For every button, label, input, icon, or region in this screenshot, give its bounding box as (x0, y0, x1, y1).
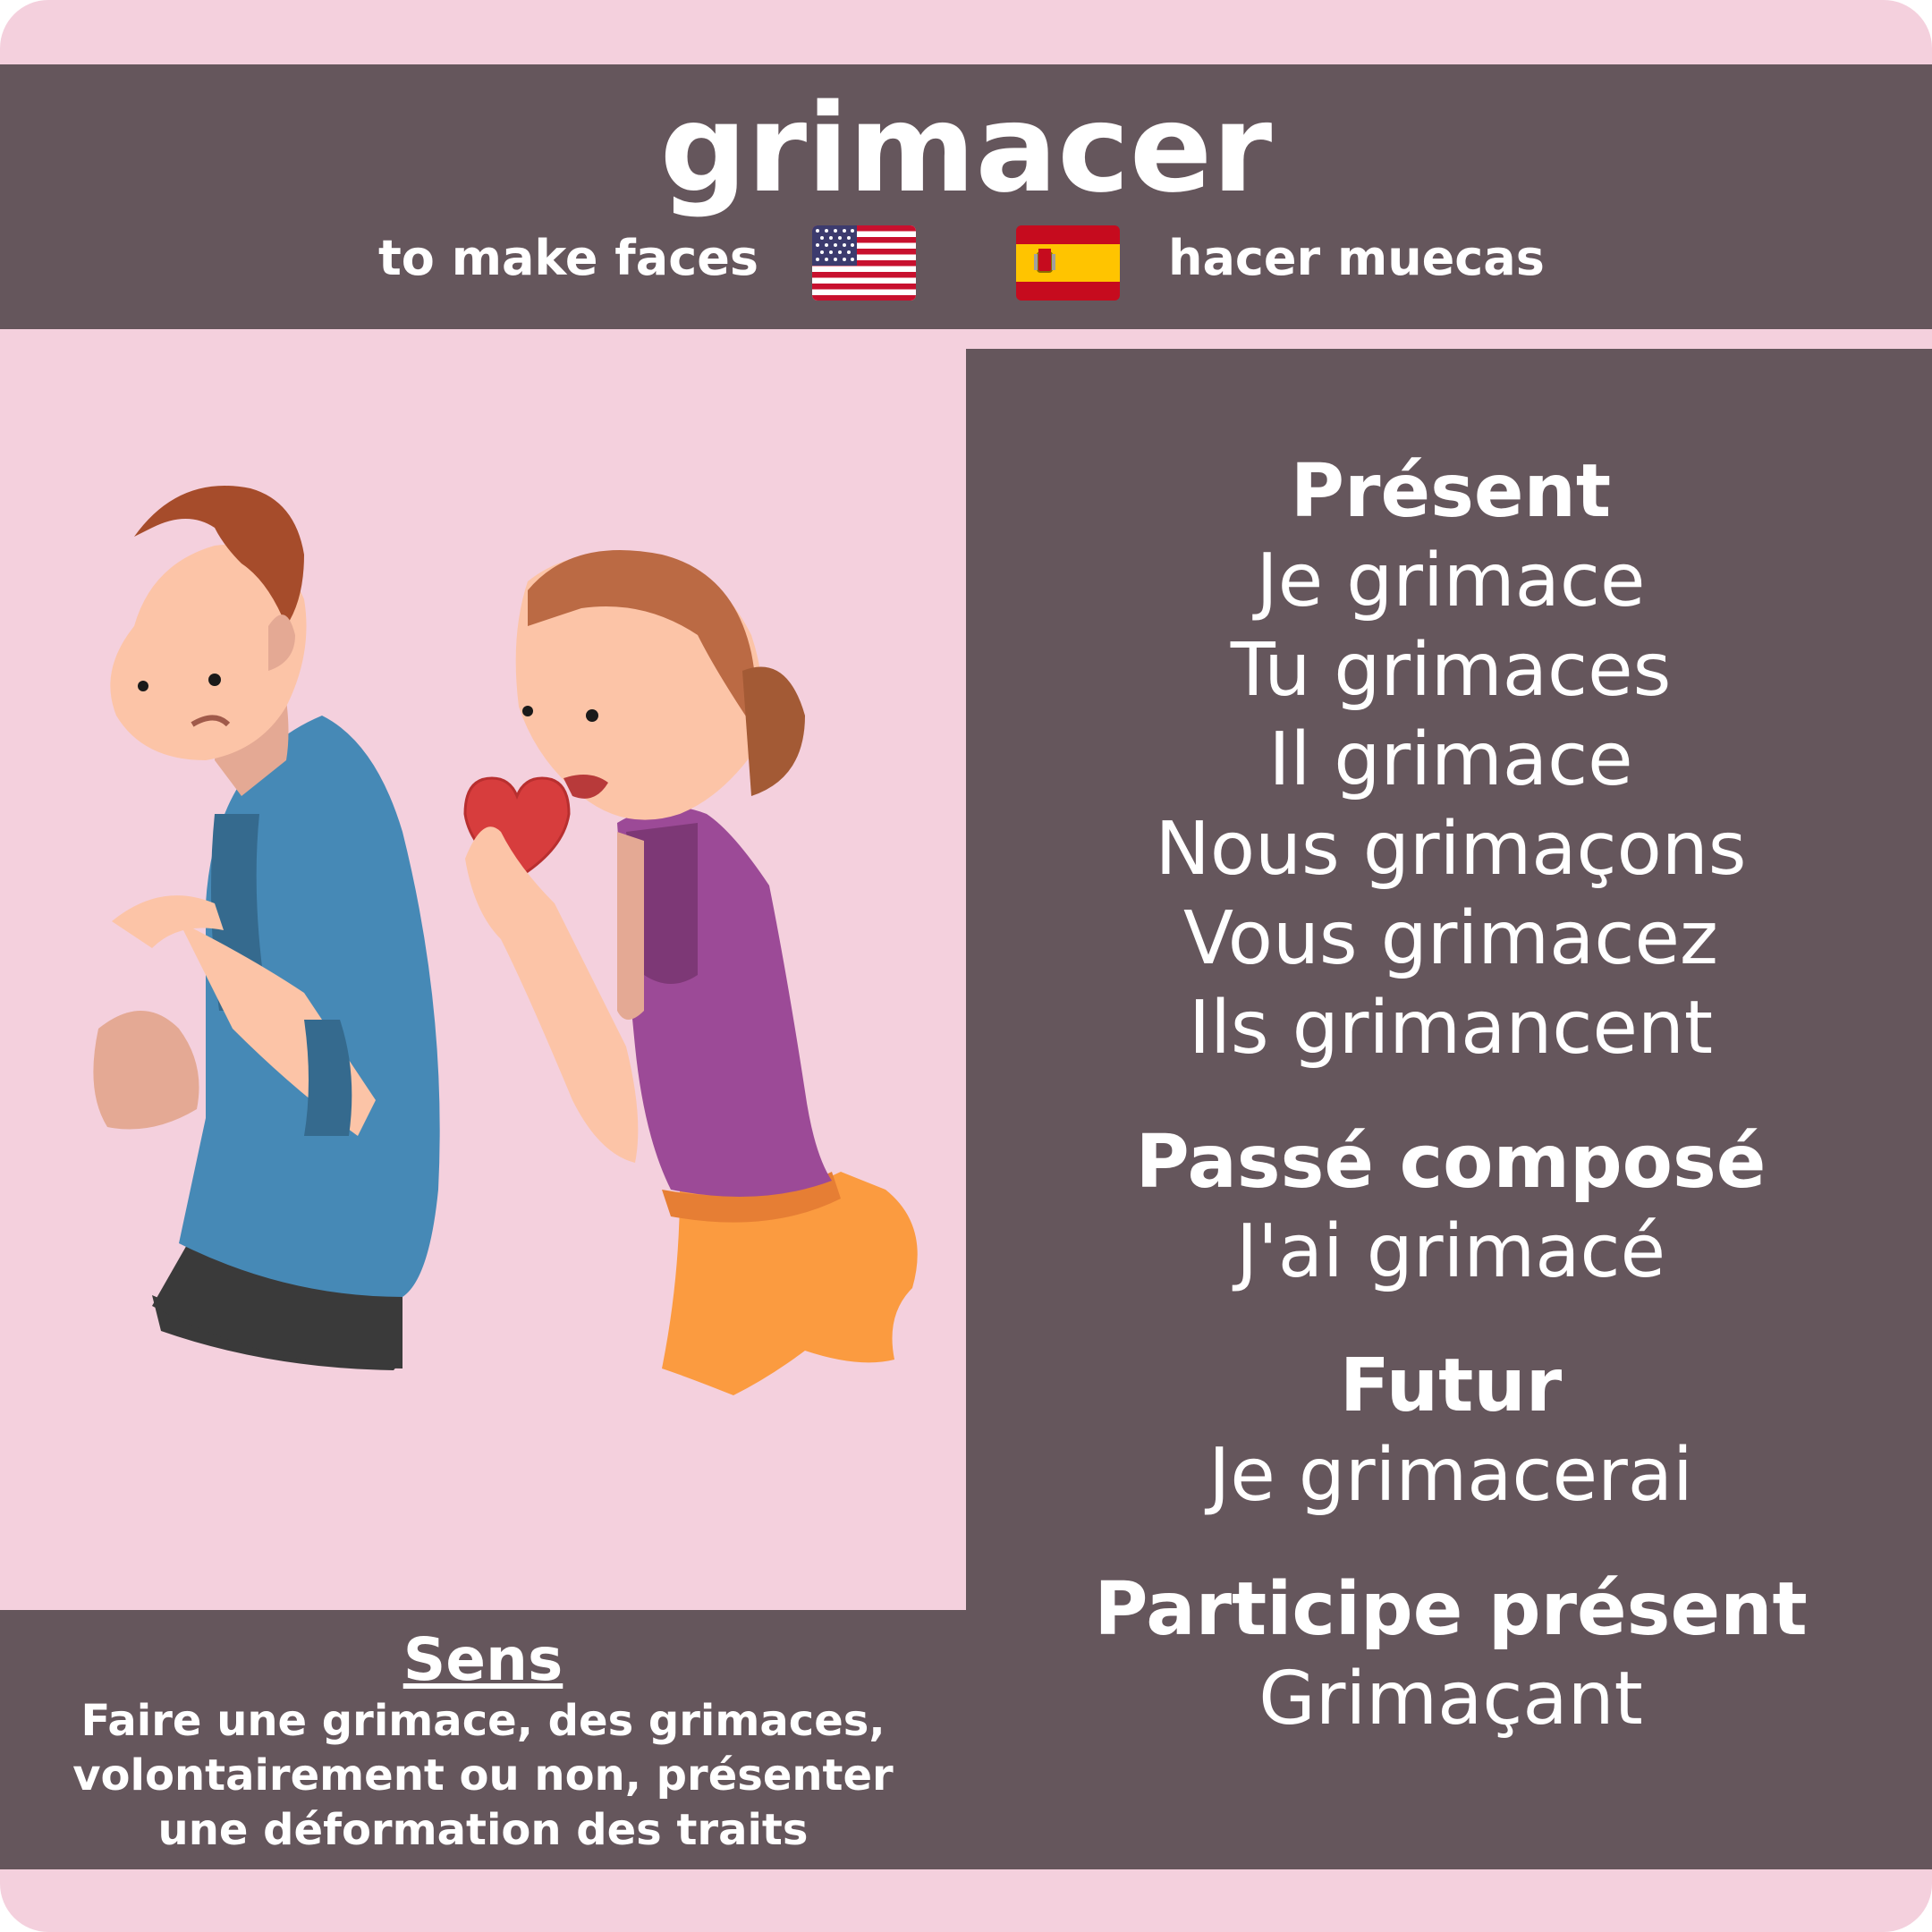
participe-present-heading: Participe présent (1094, 1567, 1808, 1652)
translation-english: to make faces (377, 230, 758, 286)
passe-compose-form: J'ai grimacé (1235, 1209, 1666, 1294)
card: grimacer to make faces hacer muecas Prés… (0, 0, 1932, 1932)
couple-illustration (0, 331, 966, 1612)
sens-line: Faire une grimace, des grimaces, (80, 1696, 886, 1746)
present-form: Je grimace (1256, 538, 1646, 623)
verb-title: grimacer (659, 79, 1273, 220)
present-form: Vous grimacez (1183, 896, 1718, 981)
present-form: Tu grimaces (1230, 628, 1672, 713)
boy-figure (93, 486, 440, 1370)
sens-section: Sens Faire une grimace, des grimaces, vo… (0, 1626, 966, 1858)
futur-heading: Futur (1339, 1343, 1563, 1428)
sens-line: une déformation des traits (157, 1805, 809, 1855)
present-form: Il grimace (1268, 717, 1633, 802)
futur-form: Je grimacerai (1208, 1433, 1693, 1518)
girl-figure (465, 550, 918, 1395)
present-form: Ils grimancent (1188, 986, 1714, 1071)
sens-line: volontairement ou non, présenter (72, 1750, 894, 1801)
us-flag-icon (812, 225, 916, 301)
spain-flag-icon (1016, 225, 1120, 301)
present-heading: Présent (1290, 449, 1612, 534)
participe-present-form: Grimaçant (1258, 1657, 1643, 1741)
sens-title: Sens (402, 1625, 564, 1694)
present-form: Nous grimaçons (1155, 807, 1747, 892)
translation-spanish: hacer muecas (1168, 230, 1545, 286)
passe-compose-heading: Passé composé (1135, 1120, 1767, 1205)
conjugation-list: Présent Je grimace Tu grimaces Il grimac… (966, 447, 1932, 1744)
